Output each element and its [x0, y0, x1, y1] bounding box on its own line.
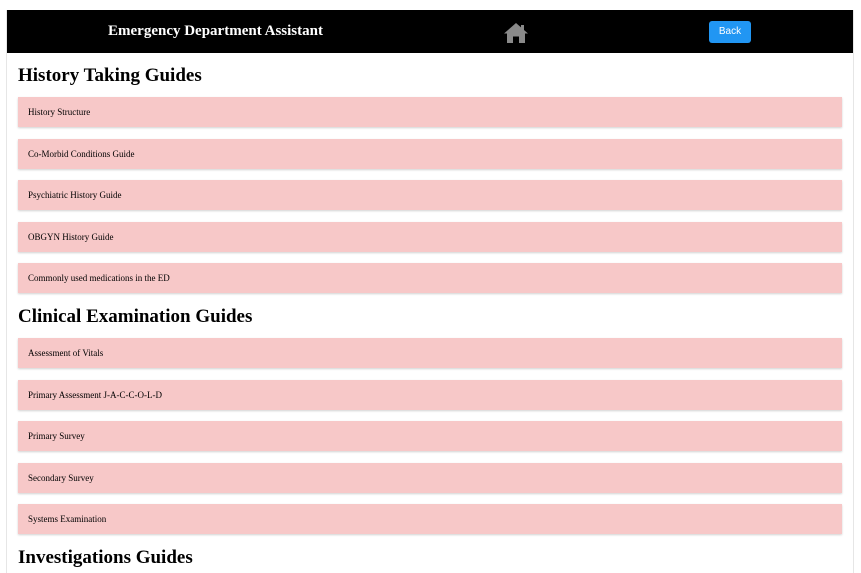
guide-item-history-structure[interactable]: History Structure [18, 97, 842, 127]
guide-item-secondary-survey[interactable]: Secondary Survey [18, 463, 842, 493]
guide-item-primary-assessment[interactable]: Primary Assessment J-A-C-C-O-L-D [18, 380, 842, 410]
guide-item-label: History Structure [28, 107, 91, 117]
guide-item-label: Systems Examination [28, 514, 107, 524]
guide-item-label: Co-Morbid Conditions Guide [28, 149, 135, 159]
guide-item-label: Primary Assessment J-A-C-C-O-L-D [28, 390, 162, 400]
guide-item-label: Psychiatric History Guide [28, 190, 122, 200]
guide-item-comorbid-conditions[interactable]: Co-Morbid Conditions Guide [18, 139, 842, 169]
app-window: Emergency Department Assistant Back Hist… [6, 10, 854, 573]
guide-item-label: Primary Survey [28, 431, 85, 441]
guide-item-label: Secondary Survey [28, 473, 94, 483]
guide-item-primary-survey[interactable]: Primary Survey [18, 421, 842, 451]
home-icon [504, 23, 528, 43]
back-button[interactable]: Back [709, 21, 751, 43]
guide-item-vitals[interactable]: Assessment of Vitals [18, 338, 842, 368]
section-title-investigations: Investigations Guides [18, 547, 193, 568]
guide-item-obgyn-history[interactable]: OBGYN History Guide [18, 222, 842, 252]
guide-item-psychiatric-history[interactable]: Psychiatric History Guide [18, 180, 842, 210]
section-title-history: History Taking Guides [18, 65, 202, 86]
section-title-clinical-examination: Clinical Examination Guides [18, 306, 253, 327]
top-bar: Emergency Department Assistant Back [7, 10, 853, 53]
guide-item-common-medications[interactable]: Commonly used medications in the ED [18, 263, 842, 293]
guide-item-systems-examination[interactable]: Systems Examination [18, 504, 842, 534]
guide-item-label: Commonly used medications in the ED [28, 273, 170, 283]
app-title: Emergency Department Assistant [108, 23, 323, 39]
home-button[interactable] [503, 22, 529, 44]
guide-item-label: OBGYN History Guide [28, 232, 114, 242]
guide-item-label: Assessment of Vitals [28, 348, 104, 358]
